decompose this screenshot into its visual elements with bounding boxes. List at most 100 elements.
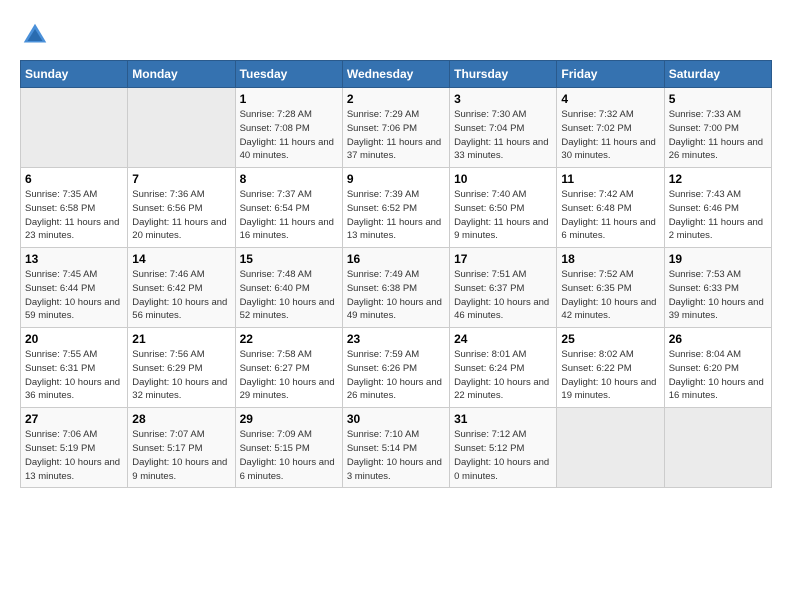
- calendar-week-row: 6 Sunrise: 7:35 AM Sunset: 6:58 PM Daylig…: [21, 168, 772, 248]
- day-number: 4: [561, 92, 659, 106]
- day-info: Sunrise: 7:33 AM Sunset: 7:00 PM Dayligh…: [669, 108, 767, 163]
- day-number: 6: [25, 172, 123, 186]
- calendar-cell: [21, 88, 128, 168]
- day-info: Sunrise: 7:45 AM Sunset: 6:44 PM Dayligh…: [25, 268, 123, 323]
- day-info: Sunrise: 7:06 AM Sunset: 5:19 PM Dayligh…: [25, 428, 123, 483]
- calendar-cell: 13 Sunrise: 7:45 AM Sunset: 6:44 PM Dayli…: [21, 248, 128, 328]
- calendar-cell: 15 Sunrise: 7:48 AM Sunset: 6:40 PM Dayli…: [235, 248, 342, 328]
- day-number: 25: [561, 332, 659, 346]
- day-number: 15: [240, 252, 338, 266]
- calendar-cell: 8 Sunrise: 7:37 AM Sunset: 6:54 PM Daylig…: [235, 168, 342, 248]
- day-info: Sunrise: 7:59 AM Sunset: 6:26 PM Dayligh…: [347, 348, 445, 403]
- day-info: Sunrise: 8:04 AM Sunset: 6:20 PM Dayligh…: [669, 348, 767, 403]
- day-info: Sunrise: 7:35 AM Sunset: 6:58 PM Dayligh…: [25, 188, 123, 243]
- day-info: Sunrise: 7:49 AM Sunset: 6:38 PM Dayligh…: [347, 268, 445, 323]
- day-info: Sunrise: 7:30 AM Sunset: 7:04 PM Dayligh…: [454, 108, 552, 163]
- calendar-cell: 3 Sunrise: 7:30 AM Sunset: 7:04 PM Daylig…: [450, 88, 557, 168]
- day-number: 3: [454, 92, 552, 106]
- day-info: Sunrise: 7:29 AM Sunset: 7:06 PM Dayligh…: [347, 108, 445, 163]
- day-number: 29: [240, 412, 338, 426]
- day-info: Sunrise: 8:01 AM Sunset: 6:24 PM Dayligh…: [454, 348, 552, 403]
- day-info: Sunrise: 7:56 AM Sunset: 6:29 PM Dayligh…: [132, 348, 230, 403]
- day-number: 19: [669, 252, 767, 266]
- calendar-cell: 17 Sunrise: 7:51 AM Sunset: 6:37 PM Dayli…: [450, 248, 557, 328]
- column-header-wednesday: Wednesday: [342, 61, 449, 88]
- column-header-saturday: Saturday: [664, 61, 771, 88]
- day-number: 24: [454, 332, 552, 346]
- day-number: 20: [25, 332, 123, 346]
- day-number: 5: [669, 92, 767, 106]
- logo-icon: [20, 20, 50, 50]
- day-info: Sunrise: 7:37 AM Sunset: 6:54 PM Dayligh…: [240, 188, 338, 243]
- column-header-monday: Monday: [128, 61, 235, 88]
- calendar-cell: 10 Sunrise: 7:40 AM Sunset: 6:50 PM Dayli…: [450, 168, 557, 248]
- day-number: 27: [25, 412, 123, 426]
- calendar-cell: 11 Sunrise: 7:42 AM Sunset: 6:48 PM Dayli…: [557, 168, 664, 248]
- calendar-cell: 12Sunrise: 7:43 AM Sunset: 6:46 PM Dayli…: [664, 168, 771, 248]
- day-info: Sunrise: 7:48 AM Sunset: 6:40 PM Dayligh…: [240, 268, 338, 323]
- day-number: 11: [561, 172, 659, 186]
- calendar-cell: [128, 88, 235, 168]
- calendar-cell: 9Sunrise: 7:39 AM Sunset: 6:52 PM Daylig…: [342, 168, 449, 248]
- day-number: 9: [347, 172, 445, 186]
- calendar-cell: 20 Sunrise: 7:55 AM Sunset: 6:31 PM Dayli…: [21, 328, 128, 408]
- day-info: Sunrise: 7:12 AM Sunset: 5:12 PM Dayligh…: [454, 428, 552, 483]
- day-number: 23: [347, 332, 445, 346]
- calendar-cell: 27 Sunrise: 7:06 AM Sunset: 5:19 PM Dayli…: [21, 408, 128, 488]
- calendar-cell: 23 Sunrise: 7:59 AM Sunset: 6:26 PM Dayli…: [342, 328, 449, 408]
- calendar-cell: 19Sunrise: 7:53 AM Sunset: 6:33 PM Dayli…: [664, 248, 771, 328]
- calendar-cell: 7Sunrise: 7:36 AM Sunset: 6:56 PM Daylig…: [128, 168, 235, 248]
- day-number: 30: [347, 412, 445, 426]
- calendar-week-row: 27 Sunrise: 7:06 AM Sunset: 5:19 PM Dayli…: [21, 408, 772, 488]
- day-number: 31: [454, 412, 552, 426]
- calendar-cell: 2Sunrise: 7:29 AM Sunset: 7:06 PM Daylig…: [342, 88, 449, 168]
- day-info: Sunrise: 7:10 AM Sunset: 5:14 PM Dayligh…: [347, 428, 445, 483]
- column-header-tuesday: Tuesday: [235, 61, 342, 88]
- calendar-cell: 5 Sunrise: 7:33 AM Sunset: 7:00 PM Daylig…: [664, 88, 771, 168]
- day-number: 16: [347, 252, 445, 266]
- day-number: 1: [240, 92, 338, 106]
- calendar-cell: 4 Sunrise: 7:32 AM Sunset: 7:02 PM Daylig…: [557, 88, 664, 168]
- day-number: 18: [561, 252, 659, 266]
- day-info: Sunrise: 7:32 AM Sunset: 7:02 PM Dayligh…: [561, 108, 659, 163]
- day-info: Sunrise: 7:51 AM Sunset: 6:37 PM Dayligh…: [454, 268, 552, 323]
- calendar-week-row: 20 Sunrise: 7:55 AM Sunset: 6:31 PM Dayli…: [21, 328, 772, 408]
- calendar-week-row: 13 Sunrise: 7:45 AM Sunset: 6:44 PM Dayli…: [21, 248, 772, 328]
- day-info: Sunrise: 7:58 AM Sunset: 6:27 PM Dayligh…: [240, 348, 338, 403]
- day-number: 8: [240, 172, 338, 186]
- column-header-sunday: Sunday: [21, 61, 128, 88]
- day-number: 28: [132, 412, 230, 426]
- day-info: Sunrise: 7:42 AM Sunset: 6:48 PM Dayligh…: [561, 188, 659, 243]
- day-info: Sunrise: 7:36 AM Sunset: 6:56 PM Dayligh…: [132, 188, 230, 243]
- column-header-friday: Friday: [557, 61, 664, 88]
- day-number: 17: [454, 252, 552, 266]
- day-number: 26: [669, 332, 767, 346]
- day-info: Sunrise: 7:07 AM Sunset: 5:17 PM Dayligh…: [132, 428, 230, 483]
- day-info: Sunrise: 7:40 AM Sunset: 6:50 PM Dayligh…: [454, 188, 552, 243]
- calendar-cell: [664, 408, 771, 488]
- calendar-cell: 14 Sunrise: 7:46 AM Sunset: 6:42 PM Dayli…: [128, 248, 235, 328]
- day-info: Sunrise: 7:55 AM Sunset: 6:31 PM Dayligh…: [25, 348, 123, 403]
- calendar-week-row: 1 Sunrise: 7:28 AM Sunset: 7:08 PM Daylig…: [21, 88, 772, 168]
- day-number: 21: [132, 332, 230, 346]
- day-info: Sunrise: 7:46 AM Sunset: 6:42 PM Dayligh…: [132, 268, 230, 323]
- day-info: Sunrise: 7:52 AM Sunset: 6:35 PM Dayligh…: [561, 268, 659, 323]
- day-number: 13: [25, 252, 123, 266]
- day-number: 10: [454, 172, 552, 186]
- calendar-cell: 25 Sunrise: 8:02 AM Sunset: 6:22 PM Dayli…: [557, 328, 664, 408]
- calendar-cell: 16 Sunrise: 7:49 AM Sunset: 6:38 PM Dayli…: [342, 248, 449, 328]
- calendar-cell: 24 Sunrise: 8:01 AM Sunset: 6:24 PM Dayli…: [450, 328, 557, 408]
- calendar-cell: 22Sunrise: 7:58 AM Sunset: 6:27 PM Dayli…: [235, 328, 342, 408]
- day-info: Sunrise: 7:09 AM Sunset: 5:15 PM Dayligh…: [240, 428, 338, 483]
- day-number: 12: [669, 172, 767, 186]
- day-info: Sunrise: 8:02 AM Sunset: 6:22 PM Dayligh…: [561, 348, 659, 403]
- day-info: Sunrise: 7:28 AM Sunset: 7:08 PM Dayligh…: [240, 108, 338, 163]
- calendar-header-row: SundayMondayTuesdayWednesdayThursdayFrid…: [21, 61, 772, 88]
- calendar-cell: 29 Sunrise: 7:09 AM Sunset: 5:15 PM Dayli…: [235, 408, 342, 488]
- calendar-cell: 18 Sunrise: 7:52 AM Sunset: 6:35 PM Dayli…: [557, 248, 664, 328]
- calendar-cell: 28 Sunrise: 7:07 AM Sunset: 5:17 PM Dayli…: [128, 408, 235, 488]
- calendar-table: SundayMondayTuesdayWednesdayThursdayFrid…: [20, 60, 772, 488]
- calendar-cell: 1 Sunrise: 7:28 AM Sunset: 7:08 PM Daylig…: [235, 88, 342, 168]
- calendar-cell: [557, 408, 664, 488]
- day-number: 14: [132, 252, 230, 266]
